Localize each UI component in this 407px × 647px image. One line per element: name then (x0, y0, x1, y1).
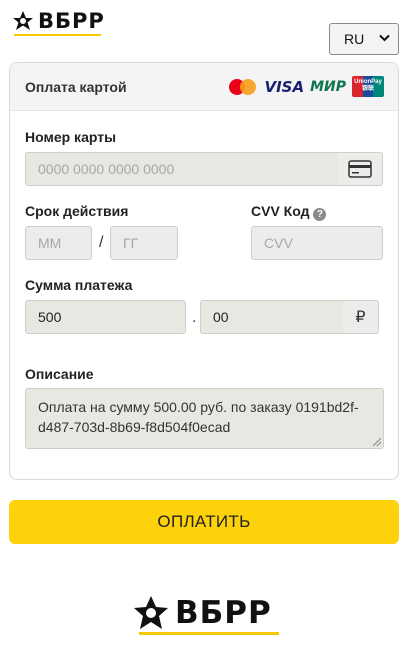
amount-separator: . (192, 309, 197, 326)
brand-name: ВБРР (38, 9, 105, 33)
expiry-separator: / (99, 234, 104, 251)
amount-rubles-input[interactable]: 500 (25, 300, 186, 334)
brand-logo-footer: ВБРР (133, 589, 279, 637)
cvv-input[interactable]: CVV (251, 226, 383, 260)
brand-underline (14, 34, 101, 36)
card-number-input[interactable]: 0000 0000 0000 0000 (25, 152, 339, 186)
expiry-year-input[interactable]: ГГ (110, 226, 178, 260)
cvv-label-text: CVV Код (251, 203, 310, 219)
language-select-value: RU (344, 31, 365, 47)
description-label: Описание (25, 366, 94, 382)
amount-label: Сумма платежа (25, 277, 133, 293)
payment-form-header: Оплата картой VISA МИР UnionPay 银联 (10, 63, 398, 111)
payment-form-card: Оплата картой VISA МИР UnionPay 银联 Номер… (9, 62, 399, 480)
card-number-label: Номер карты (25, 129, 117, 145)
ruble-icon: ₽ (343, 300, 379, 334)
help-icon[interactable]: ? (313, 208, 327, 221)
expiry-label: Срок действия (25, 203, 129, 219)
expiry-year-placeholder: ГГ (123, 235, 139, 251)
brand-underline-footer (139, 632, 279, 635)
logo-mark-icon (13, 11, 33, 30)
payment-systems: VISA МИР UnionPay 银联 (228, 76, 384, 97)
card-number-placeholder: 0000 0000 0000 0000 (38, 161, 175, 177)
brand-logo-header: ВБРР (12, 7, 105, 36)
cvv-placeholder: CVV (264, 235, 293, 251)
pay-button[interactable]: ОПЛАТИТЬ (9, 500, 399, 544)
credit-card-icon (338, 152, 383, 186)
chevron-down-icon (379, 33, 390, 45)
brand-name-footer: ВБРР (175, 595, 272, 631)
unionpay-icon: UnionPay 银联 (352, 76, 384, 97)
mir-icon: МИР (310, 78, 346, 95)
description-textarea[interactable]: Оплата на сумму 500.00 руб. по заказу 01… (25, 388, 384, 449)
amount-kopecks-input[interactable]: 00 (200, 300, 344, 334)
mastercard-icon (228, 77, 258, 97)
logo-mark-icon (134, 596, 168, 629)
amount-kopecks-value: 00 (213, 309, 229, 325)
visa-icon: VISA (264, 77, 305, 96)
language-select[interactable]: RU (329, 23, 399, 55)
amount-rubles-value: 500 (38, 309, 62, 325)
cvv-label: CVV Код? (251, 203, 327, 221)
resize-handle-icon[interactable] (373, 438, 381, 446)
expiry-month-placeholder: ММ (38, 235, 62, 251)
payment-form-title: Оплата картой (25, 78, 127, 95)
description-value: Оплата на сумму 500.00 руб. по заказу 01… (38, 399, 359, 435)
expiry-month-input[interactable]: ММ (25, 226, 92, 260)
